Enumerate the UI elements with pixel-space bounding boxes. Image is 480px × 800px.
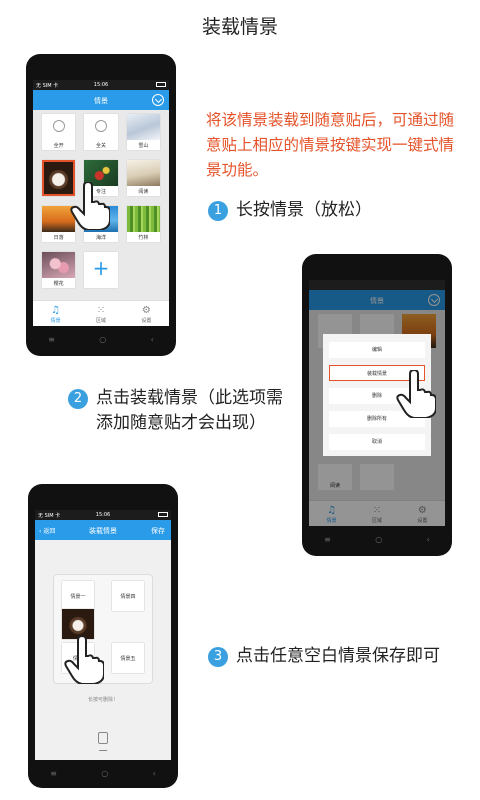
status-time: 15:06 [95,512,111,518]
app-header: ‹ 返回 装载情景 保存 [35,520,171,540]
status-bar [309,280,445,290]
step-2-badge: 2 [68,389,88,409]
nav-keys: ≡ ○ ‹ [302,535,452,544]
slot-5[interactable]: 情景五 [112,643,144,673]
pointing-hand-icon [70,182,110,230]
music-icon: ♫ [51,305,61,316]
home-key-icon[interactable]: ○ [375,535,382,544]
blossom-image [42,252,76,278]
tile-label: 阅读 [138,189,149,195]
gear-icon: ⚙ [141,305,151,316]
tab-label: 设置 [141,318,152,324]
bulb-icon [42,114,75,140]
step-1-text: 长按情景（放松） [236,200,372,220]
grid-icon: ⁙ [96,305,106,316]
hint-text: 长按可删除！ [87,697,118,703]
scene-tile-reading[interactable]: 阅读 [126,160,160,196]
sticker-device-icon [98,732,108,744]
step-2: 2 点击装载情景（此选项需添加随意贴才会出现） [68,386,298,436]
tab-scenes[interactable]: ♫ 情景 [33,301,78,326]
plus-icon: + [92,256,110,280]
menu-key-icon[interactable]: ≡ [48,335,55,344]
instruction-note: 将该情景装载到随意贴后，可通过随意贴上相应的情景按键实现一键式情景功能。 [206,111,455,179]
tab-settings[interactable]: ⚙ 设置 [124,301,169,326]
phone-load-screen: 无 SIM 卡 15:06 ‹ 返回 装载情景 保存 情景一 情景四 情景 情景… [35,510,171,760]
menu-item-cancel[interactable]: 取消 [329,434,425,450]
tile-label: 海洋 [95,235,106,241]
add-scene-button[interactable]: + [84,252,118,288]
bamboo-image [126,206,160,232]
app-header: 情景 [33,90,169,110]
nav-keys: ≡ ○ ‹ [26,335,176,344]
dropdown-circle-icon[interactable] [152,94,164,106]
book-image [126,160,160,186]
pointing-hand-icon [396,370,436,418]
tab-label: 情景 [50,318,61,324]
status-bar: 无 SIM 卡 15:06 [35,510,171,520]
tile-label: 日落 [53,235,64,241]
save-button[interactable]: 保存 [151,526,165,536]
step-1-badge: 1 [208,201,228,221]
battery-icon [156,82,166,87]
home-key-icon[interactable]: ○ [99,335,106,344]
step-3: 3 点击任意空白情景保存即可 [208,644,448,669]
tile-label: 全开 [53,143,64,149]
step-3-badge: 3 [208,647,228,667]
tab-areas[interactable]: ⁙ 区域 [78,301,123,326]
coffee-image [44,162,74,194]
back-key-icon[interactable]: ‹ [153,769,156,778]
step-2-text: 点击装载情景（此选项需添加随意贴才会出现） [96,388,283,433]
tile-label: 樱花 [53,281,64,287]
nav-keys: ≡ ○ ‹ [28,769,178,778]
back-key-icon[interactable]: ‹ [151,335,154,344]
step-1: 1 长按情景（放松） [208,198,372,223]
status-bar: 无 SIM 卡 15:06 [33,80,169,90]
tab-label: 区域 [95,318,106,324]
back-key-icon[interactable]: ‹ [427,535,430,544]
slot-1[interactable]: 情景一 [62,581,94,611]
tile-label: 雪山 [138,143,149,149]
scene-tile-bamboo[interactable]: 竹林 [126,206,160,242]
scene-tile-all-off[interactable]: 全关 [84,114,118,150]
tile-label: 全关 [95,143,106,149]
scene-tile-all-on[interactable]: 全开 [42,114,76,150]
menu-item-edit[interactable]: 编辑 [329,342,425,358]
menu-key-icon[interactable]: ≡ [324,535,331,544]
snow-image [126,114,160,140]
phone-menu: 情景 阅读 ♫ 情景 ⁙ 区域 ⚙ 设置 编辑 装载情景 删除 删除所有 取消 … [302,254,452,556]
slot-4[interactable]: 情景四 [112,581,144,611]
step-3-text: 点击任意空白情景保存即可 [236,646,440,666]
status-time: 15:06 [93,82,109,88]
bulb-icon [84,114,117,140]
header-title: 情景 [94,97,108,105]
indicator-dash [99,750,107,751]
pointing-hand-icon [64,636,104,684]
slot-empty[interactable] [62,609,94,639]
battery-icon [158,512,168,517]
tile-label: 竹林 [138,235,149,241]
home-key-icon[interactable]: ○ [101,769,108,778]
phone-load: 无 SIM 卡 15:06 ‹ 返回 装载情景 保存 情景一 情景四 情景 情景… [28,484,178,788]
menu-key-icon[interactable]: ≡ [50,769,57,778]
scene-tile-snow[interactable]: 雪山 [126,114,160,150]
guide-title: 装载情景 [201,16,278,38]
scene-tile-blossom[interactable]: 樱花 [42,252,76,288]
bottom-tab-bar: ♫ 情景 ⁙ 区域 ⚙ 设置 [33,300,169,326]
phone-scenes: 无 SIM 卡 15:06 情景 全开 全关 雪山 专注 阅读 日落 海洋 竹林… [26,54,176,356]
